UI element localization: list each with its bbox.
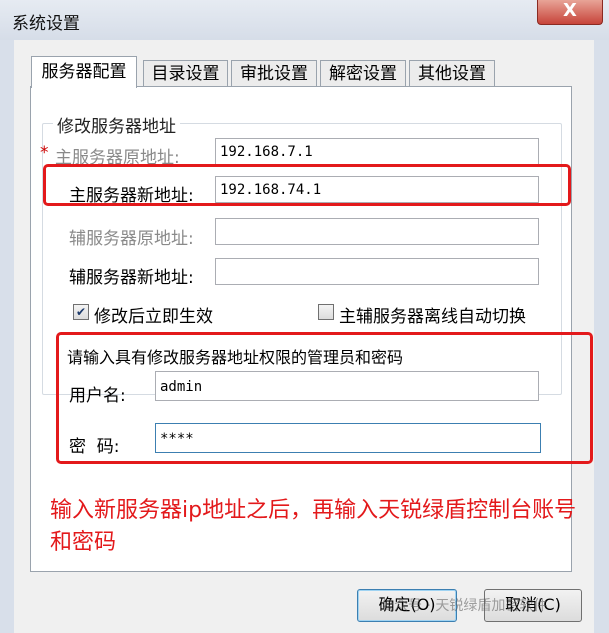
tab-directory-settings[interactable]: 目录设置 <box>143 60 228 87</box>
tab-label: 目录设置 <box>151 64 220 84</box>
window-frame-right <box>594 40 609 633</box>
apply-immediately-checkbox[interactable]: ✔ <box>73 304 89 320</box>
annotation-note: 输入新服务器ip地址之后，再输入天锐绿盾控制台账号和密码 <box>50 498 577 555</box>
secondary-new-address-field[interactable] <box>215 258 539 285</box>
tab-label: 服务器配置 <box>41 62 127 82</box>
watermark: 公众号 · 天锐绿盾加密软件 <box>380 598 548 614</box>
tab-other-settings[interactable]: 其他设置 <box>409 60 495 87</box>
highlight-auth-section <box>56 332 593 464</box>
apply-immediately-label: 修改后立即生效 <box>94 307 213 327</box>
primary-old-address-field[interactable]: 192.168.7.1 <box>215 138 539 165</box>
tab-label: 其他设置 <box>418 64 486 84</box>
close-button[interactable]: X <box>537 0 603 25</box>
required-asterisk: * <box>40 143 49 163</box>
secondary-old-address-label: 辅服务器原地址: <box>69 229 194 249</box>
tab-label: 解密设置 <box>329 64 397 84</box>
tab-approval-settings[interactable]: 审批设置 <box>231 60 317 87</box>
highlight-primary-new-address <box>43 164 571 206</box>
window-title: 系统设置 <box>12 14 80 34</box>
tab-decryption-settings[interactable]: 解密设置 <box>320 60 406 87</box>
title-bar[interactable]: 系统设置 X <box>0 0 609 41</box>
secondary-new-address-label: 辅服务器新地址: <box>69 268 194 288</box>
auto-switch-checkbox[interactable] <box>318 304 334 320</box>
checkmark-icon: ✔ <box>75 305 87 319</box>
auto-switch-label: 主辅服务器离线自动切换 <box>339 307 526 327</box>
group-title: 修改服务器地址 <box>53 112 180 137</box>
window-frame-left <box>0 40 14 633</box>
tab-label: 审批设置 <box>240 64 308 84</box>
secondary-old-address-field[interactable] <box>215 218 539 245</box>
close-icon: X <box>563 0 577 21</box>
tab-server-config[interactable]: 服务器配置 <box>31 56 137 88</box>
